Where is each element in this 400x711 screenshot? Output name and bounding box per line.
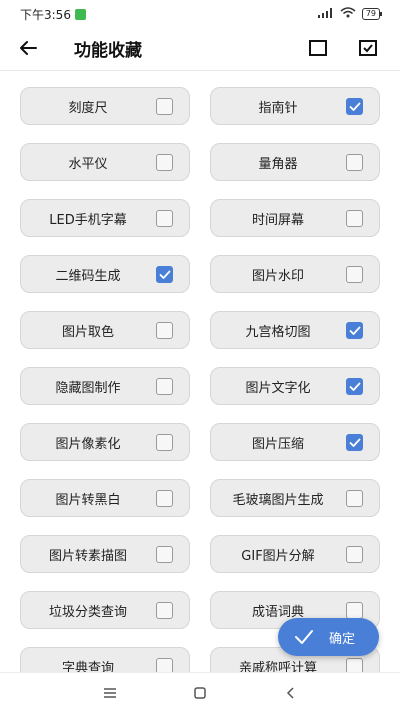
feature-item[interactable]: LED手机字幕 — [20, 199, 190, 237]
feature-item[interactable]: 隐藏图制作 — [20, 367, 190, 405]
header-divider — [0, 70, 400, 71]
feature-item[interactable]: 量角器 — [210, 143, 380, 181]
feature-item[interactable]: 图片压缩 — [210, 423, 380, 461]
feature-item[interactable]: 图片转素描图 — [20, 535, 190, 573]
confirm-button[interactable]: 确定 — [278, 618, 379, 656]
app-bar: 功能收藏 — [0, 28, 400, 68]
checkbox[interactable] — [346, 266, 363, 283]
checkbox-checked[interactable] — [346, 434, 363, 451]
wifi-icon — [340, 7, 356, 21]
feature-item[interactable]: 垃圾分类查询 — [20, 591, 190, 629]
feature-item-label: 图片水印 — [251, 268, 304, 284]
checkbox[interactable] — [156, 546, 173, 563]
select-all-button[interactable] — [356, 36, 380, 60]
feature-item-label: 量角器 — [258, 156, 298, 172]
nav-back-button[interactable] — [281, 683, 301, 703]
checkbox[interactable] — [156, 378, 173, 395]
feature-item[interactable]: 图片像素化 — [20, 423, 190, 461]
feature-item-label: LED手机字幕 — [49, 212, 127, 228]
feature-item-label: 图片转素描图 — [48, 548, 127, 564]
feature-item[interactable]: 二维码生成 — [20, 255, 190, 293]
checkbox-checked[interactable] — [346, 322, 363, 339]
feature-item[interactable]: 图片取色 — [20, 311, 190, 349]
feature-item-label: 图片压缩 — [251, 436, 304, 452]
notification-icon — [74, 8, 86, 20]
checkbox[interactable] — [156, 322, 173, 339]
checkbox[interactable] — [346, 210, 363, 227]
signal-icon — [317, 7, 334, 21]
confirm-label: 确定 — [329, 632, 356, 647]
checkbox-checked[interactable] — [346, 378, 363, 395]
feature-item[interactable]: 指南针 — [210, 87, 380, 125]
check-icon — [295, 630, 313, 644]
checkbox-checked[interactable] — [346, 98, 363, 115]
back-arrow-icon — [20, 41, 37, 55]
status-bar: 下午3:56 79 — [0, 0, 400, 28]
feature-item[interactable]: 九宫格切图 — [210, 311, 380, 349]
feature-item-label: 隐藏图制作 — [55, 380, 121, 396]
feature-item-label: 毛玻璃图片生成 — [232, 492, 324, 508]
feature-item-label: GIF图片分解 — [241, 548, 315, 564]
checkbox-checked[interactable] — [156, 266, 173, 283]
feature-item-label: 垃圾分类查询 — [48, 604, 127, 620]
feature-item[interactable]: 水平仪 — [20, 143, 190, 181]
checkbox[interactable] — [156, 490, 173, 507]
feature-item-label: 水平仪 — [68, 156, 108, 172]
recent-apps-button[interactable] — [100, 683, 120, 703]
checkbox[interactable] — [346, 490, 363, 507]
status-indicators: 79 — [317, 7, 383, 21]
feature-item[interactable]: 图片文字化 — [210, 367, 380, 405]
feature-item-label: 时间屏幕 — [251, 212, 304, 228]
feature-item[interactable]: 刻度尺 — [20, 87, 190, 125]
back-button[interactable] — [16, 36, 40, 60]
feature-item-label: 图片像素化 — [55, 436, 121, 452]
status-time: 下午3:56 — [20, 7, 71, 22]
checkbox[interactable] — [346, 546, 363, 563]
feature-grid: 刻度尺 指南针水平仪 量角器 LED手机字幕 时间屏幕二维码生成 图片水印图片取色 九宫格切… — [20, 87, 380, 685]
feature-item[interactable]: 图片水印 — [210, 255, 380, 293]
system-nav-bar — [0, 672, 400, 711]
battery-icon: 79 — [361, 8, 383, 20]
feature-item-label: 刻度尺 — [68, 100, 108, 116]
home-button[interactable] — [190, 683, 210, 703]
feature-item-label: 成语词典 — [251, 604, 304, 620]
checkbox[interactable] — [156, 210, 173, 227]
feature-item-label: 九宫格切图 — [245, 324, 311, 340]
feature-item-label: 指南针 — [258, 100, 298, 116]
feature-item-label: 二维码生成 — [55, 268, 121, 284]
checkbox[interactable] — [156, 602, 173, 619]
deselect-all-button[interactable] — [306, 36, 330, 60]
checkbox[interactable] — [156, 98, 173, 115]
empty-square-icon — [309, 40, 327, 56]
page-title: 功能收藏 — [74, 41, 142, 61]
chevron-left-icon — [286, 687, 294, 699]
feature-item[interactable]: 毛玻璃图片生成 — [210, 479, 380, 517]
home-square-icon — [194, 687, 206, 699]
feature-item-label: 图片文字化 — [245, 380, 311, 396]
feature-item-label: 图片取色 — [61, 324, 114, 340]
checkbox[interactable] — [346, 154, 363, 171]
feature-item[interactable]: 图片转黑白 — [20, 479, 190, 517]
feature-item[interactable]: GIF图片分解 — [210, 535, 380, 573]
feature-item[interactable]: 时间屏幕 — [210, 199, 380, 237]
checkbox[interactable] — [346, 602, 363, 619]
feature-item-label: 图片转黑白 — [55, 492, 121, 508]
checked-square-icon — [359, 40, 377, 56]
checkbox[interactable] — [156, 434, 173, 451]
menu-icon — [104, 688, 116, 698]
checkbox[interactable] — [156, 154, 173, 171]
